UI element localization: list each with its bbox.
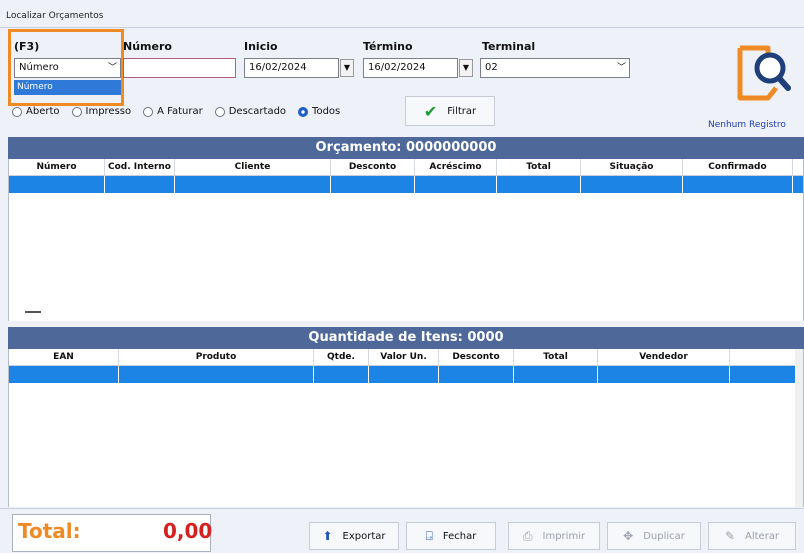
col-acrescimo[interactable]: Acréscimo bbox=[415, 159, 497, 175]
filter-button-label: Filtrar bbox=[447, 105, 477, 117]
document-search-icon bbox=[737, 45, 791, 101]
pencil-icon: ✎ bbox=[724, 529, 735, 543]
col-cliente[interactable]: Cliente bbox=[175, 159, 331, 175]
itens-grid-header: EAN Produto Qtde. Valor Un. Desconto Tot… bbox=[9, 349, 803, 366]
print-button[interactable]: ⎙ Imprimir bbox=[508, 522, 600, 550]
print-button-label: Imprimir bbox=[542, 530, 586, 542]
col-ean[interactable]: EAN bbox=[9, 349, 119, 365]
filter-button[interactable]: ✔ Filtrar bbox=[405, 96, 495, 126]
col-numero[interactable]: Número bbox=[9, 159, 105, 175]
termino-date-field[interactable]: 16/02/2024 bbox=[363, 58, 458, 78]
terminal-label: Terminal bbox=[482, 40, 536, 53]
table-row[interactable] bbox=[9, 366, 803, 383]
table-row[interactable] bbox=[9, 176, 803, 193]
title-divider bbox=[0, 27, 804, 28]
col-total[interactable]: Total bbox=[514, 349, 598, 365]
arrow-up-icon: ⬆ bbox=[322, 529, 333, 543]
close-button-label: Fechar bbox=[442, 530, 477, 542]
status-radio-group: Aberto Impresso A Faturar Descartado Tod… bbox=[12, 106, 340, 117]
no-records-label: Nenhum Registro bbox=[708, 120, 786, 130]
radio-todos[interactable]: Todos bbox=[298, 106, 340, 117]
col-total[interactable]: Total bbox=[497, 159, 581, 175]
chevron-down-icon: ﹀ bbox=[616, 63, 626, 73]
termino-dropdown-button[interactable]: ▼ bbox=[459, 59, 473, 77]
inicio-dropdown-button[interactable]: ▼ bbox=[340, 59, 354, 77]
total-value: 0,00 bbox=[163, 519, 213, 543]
duplicate-icon: ✥ bbox=[623, 529, 634, 543]
orcamento-grid-header: Número Cod. Interno Cliente Desconto Acr… bbox=[9, 159, 803, 176]
vertical-scrollbar[interactable] bbox=[795, 349, 803, 507]
numero-input[interactable] bbox=[123, 58, 236, 78]
duplicate-button[interactable]: ✥ Duplicar bbox=[607, 522, 701, 550]
radio-a-faturar[interactable]: A Faturar bbox=[143, 106, 203, 117]
radio-descartado[interactable]: Descartado bbox=[214, 106, 286, 117]
duplicate-button-label: Duplicar bbox=[643, 530, 685, 542]
exit-door-icon: ⍈ bbox=[425, 528, 433, 543]
inicio-label: Inicio bbox=[244, 40, 278, 53]
numero-label: Número bbox=[123, 40, 172, 53]
col-cod-interno[interactable]: Cod. Interno bbox=[105, 159, 175, 175]
export-button-label: Exportar bbox=[342, 530, 386, 542]
itens-grid[interactable]: EAN Produto Qtde. Valor Un. Desconto Tot… bbox=[8, 349, 804, 507]
highlight-box bbox=[8, 29, 124, 106]
itens-header: Quantidade de Itens: 0000 bbox=[8, 327, 804, 349]
col-qtde[interactable]: Qtde. bbox=[314, 349, 369, 365]
termino-label: Término bbox=[363, 40, 413, 53]
orcamento-grid[interactable]: Número Cod. Interno Cliente Desconto Acr… bbox=[8, 159, 804, 321]
col-desconto[interactable]: Desconto bbox=[331, 159, 415, 175]
inicio-date-field[interactable]: 16/02/2024 bbox=[244, 58, 339, 78]
orcamento-header: Orçamento: 0000000000 bbox=[8, 137, 804, 159]
col-produto[interactable]: Produto bbox=[119, 349, 314, 365]
col-desconto[interactable]: Desconto bbox=[439, 349, 514, 365]
check-icon: ✔ bbox=[423, 101, 438, 121]
edit-button[interactable]: ✎ Alterar bbox=[708, 522, 796, 550]
window-title: Localizar Orçamentos bbox=[6, 11, 104, 21]
edit-button-label: Alterar bbox=[745, 530, 780, 542]
col-vendedor[interactable]: Vendedor bbox=[598, 349, 730, 365]
radio-impresso[interactable]: Impresso bbox=[71, 106, 131, 117]
col-confirmado[interactable]: Confirmado bbox=[683, 159, 793, 175]
printer-icon: ⎙ bbox=[522, 528, 533, 543]
horizontal-scroll-thumb[interactable] bbox=[25, 311, 41, 313]
col-valor-un[interactable]: Valor Un. bbox=[369, 349, 439, 365]
terminal-value: 02 bbox=[485, 62, 498, 73]
radio-aberto[interactable]: Aberto bbox=[12, 106, 60, 117]
export-button[interactable]: ⬆ Exportar bbox=[309, 522, 399, 550]
footer-divider bbox=[0, 508, 804, 509]
total-label: Total: bbox=[18, 519, 81, 543]
col-situacao[interactable]: Situação bbox=[581, 159, 683, 175]
terminal-select[interactable]: 02 ﹀ bbox=[480, 58, 630, 78]
close-button[interactable]: ⍈ Fechar bbox=[406, 522, 496, 550]
